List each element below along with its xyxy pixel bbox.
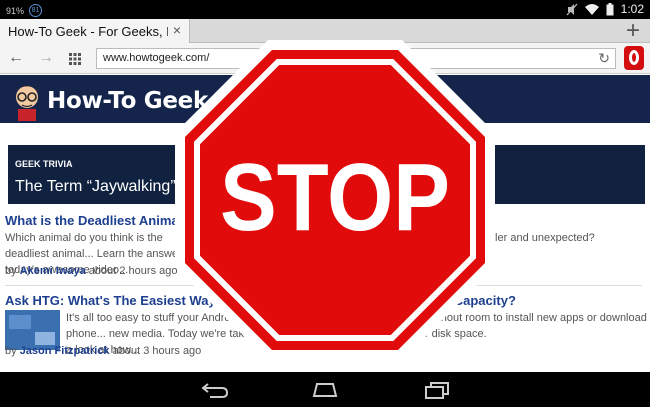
author-prefix: by <box>5 265 17 277</box>
author-link[interactable]: Akemi Iwaya <box>20 265 86 277</box>
home-nav-icon[interactable] <box>310 381 340 399</box>
geek-mascot-icon[interactable] <box>10 81 48 121</box>
article-meta: by Akemi Iwaya about 2 hours ago <box>5 265 177 277</box>
speed-dial-grid-icon[interactable] <box>69 53 81 65</box>
article-meta: by Jason Fitzpatrick about 3 hours ago <box>5 345 201 357</box>
stop-sign-overlay: STOP <box>175 40 495 360</box>
trivia-kicker: GEEK TRIVIA <box>15 159 73 169</box>
article-thumbnail[interactable] <box>5 310 60 350</box>
active-tab[interactable]: How-To Geek - For Geeks, By Geek × <box>0 19 190 43</box>
status-bar: 91% 81 1:02 <box>0 0 650 19</box>
reload-icon[interactable]: ↻ <box>598 50 610 67</box>
new-tab-button[interactable]: + <box>626 17 640 45</box>
tab-title: How-To Geek - For Geeks, By Geek <box>8 24 168 39</box>
stop-sign-text: STOP <box>220 144 450 251</box>
mute-icon <box>566 3 578 15</box>
opera-logo-icon <box>629 50 639 65</box>
status-right: 1:02 <box>566 2 644 16</box>
forward-button[interactable]: → <box>38 49 54 67</box>
recent-apps-icon[interactable] <box>424 381 450 399</box>
battery-percent: 91% <box>6 5 25 16</box>
battery-icon <box>606 2 614 15</box>
close-tab-icon[interactable]: × <box>173 22 181 38</box>
author-link[interactable]: Jason Fitzpatrick <box>20 345 110 357</box>
back-button[interactable]: ← <box>8 49 24 67</box>
wifi-icon <box>584 3 599 15</box>
back-nav-icon[interactable] <box>200 381 230 399</box>
opera-menu-button[interactable] <box>624 46 644 70</box>
clock: 1:02 <box>620 2 644 16</box>
article-time: about 2 hours ago <box>88 265 178 277</box>
notification-badge: 81 <box>29 4 43 17</box>
author-prefix: by <box>5 345 17 357</box>
status-left: 91% 81 <box>6 4 43 17</box>
tablet-screen: 91% 81 1:02 How-To Geek - For Geeks, By … <box>0 0 650 407</box>
android-navigation-bar <box>0 372 650 407</box>
